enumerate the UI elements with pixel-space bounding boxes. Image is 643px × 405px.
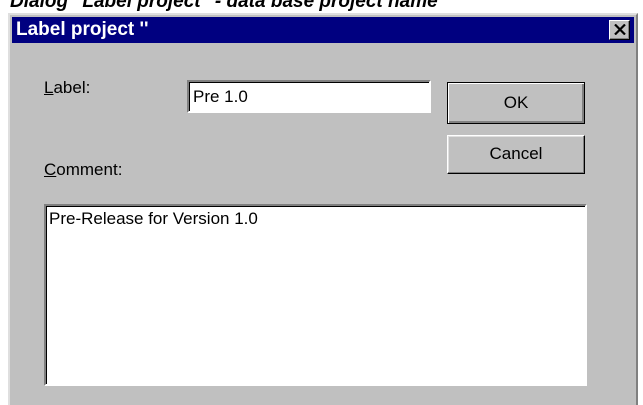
screenshot: Dialog "Label project" - data base proje… [0, 0, 643, 405]
close-button[interactable] [609, 20, 630, 40]
label-input[interactable]: Pre 1.0 [187, 80, 431, 113]
close-x-icon [614, 24, 626, 35]
label-label-rest: abel: [53, 78, 91, 97]
label-project-dialog: Label project '' Label: Pre 1.0 OK Cance… [8, 13, 638, 405]
comment-textarea[interactable]: Pre-Release for Version 1.0 [44, 204, 587, 386]
comment-field-label: Comment: [44, 160, 122, 180]
comment-mnemonic: C [44, 160, 57, 179]
label-field-label: Label: [44, 78, 90, 98]
cancel-button[interactable]: Cancel [447, 135, 585, 174]
title-bar[interactable]: Label project '' [12, 17, 634, 43]
comment-label-rest: omment: [56, 160, 123, 179]
ok-button[interactable]: OK [447, 82, 585, 124]
dialog-title: Label project '' [16, 19, 149, 40]
figure-caption: Dialog "Label project" - data base proje… [10, 0, 438, 12]
